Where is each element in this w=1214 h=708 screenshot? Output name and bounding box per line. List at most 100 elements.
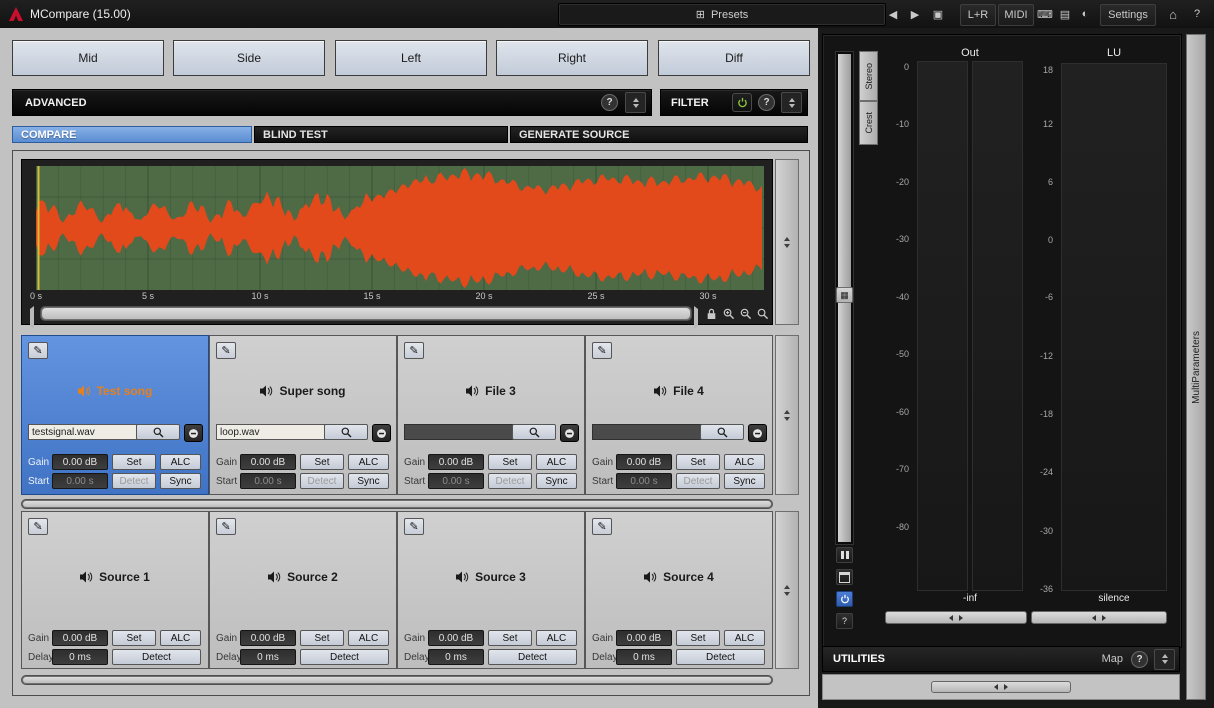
set-button[interactable]: Set bbox=[112, 454, 156, 470]
meter-help-icon[interactable]: ? bbox=[836, 613, 853, 629]
theme-icon[interactable]: ◐ bbox=[1076, 4, 1094, 24]
gain-value[interactable]: 0.00 dB bbox=[428, 454, 484, 470]
file-slot-2[interactable]: ✎ Super song loop.wav Gain 0.00 dB Set A… bbox=[209, 335, 397, 495]
file-slots-scrollbar[interactable] bbox=[21, 499, 773, 509]
source-slots-scrollbar[interactable] bbox=[21, 675, 773, 685]
presets-button[interactable]: ⊞ Presets bbox=[558, 3, 886, 26]
keyboard-icon[interactable]: ⌨ bbox=[1036, 4, 1054, 24]
sync-button[interactable]: Sync bbox=[724, 473, 765, 489]
channel-diff-button[interactable]: Diff bbox=[658, 40, 810, 76]
delay-value[interactable]: 0 ms bbox=[52, 649, 108, 665]
channel-right-button[interactable]: Right bbox=[496, 40, 648, 76]
pause-icon[interactable] bbox=[836, 547, 853, 563]
set-button[interactable]: Set bbox=[300, 630, 344, 646]
zoom-out-icon[interactable] bbox=[740, 307, 752, 325]
file-slot-1[interactable]: ✎ Test song testsignal.wav Gain 0.00 dB … bbox=[21, 335, 209, 495]
tab-blind-test[interactable]: BLIND TEST bbox=[254, 126, 508, 143]
alc-button[interactable]: ALC bbox=[160, 454, 201, 470]
edit-icon[interactable]: ✎ bbox=[28, 342, 48, 359]
scroll-left-icon[interactable] bbox=[30, 309, 34, 327]
edit-icon[interactable]: ✎ bbox=[216, 342, 236, 359]
file-name-field[interactable]: testsignal.wav bbox=[28, 424, 138, 440]
waveform-zoom-strip[interactable] bbox=[775, 159, 799, 325]
edit-icon[interactable]: ✎ bbox=[592, 342, 612, 359]
zoom-fit-icon[interactable] bbox=[757, 307, 769, 325]
meter-mode-icon[interactable]: ▦ bbox=[836, 287, 853, 303]
eject-button[interactable] bbox=[748, 424, 767, 442]
lr-channel-button[interactable]: L+R bbox=[960, 4, 996, 26]
start-value[interactable]: 0.00 s bbox=[616, 473, 672, 489]
tab-stereo[interactable]: Stereo bbox=[859, 51, 878, 101]
eject-button[interactable] bbox=[560, 424, 579, 442]
set-button[interactable]: Set bbox=[488, 630, 532, 646]
file-slot-3[interactable]: ✎ File 3 Gain 0.00 dB Set ALC Start 0.00… bbox=[397, 335, 585, 495]
detect-button[interactable]: Detect bbox=[488, 473, 532, 489]
detect-button[interactable]: Detect bbox=[676, 473, 720, 489]
map-button[interactable]: Map bbox=[1102, 653, 1123, 665]
popup-window-icon[interactable] bbox=[836, 569, 853, 585]
detect-button[interactable]: Detect bbox=[488, 649, 577, 665]
source-slot-2[interactable]: ✎ Source 2 Gain 0.00 dB Set ALC Delay 0 … bbox=[209, 511, 397, 669]
detect-button[interactable]: Detect bbox=[112, 473, 156, 489]
edit-icon[interactable]: ✎ bbox=[216, 518, 236, 535]
melda-logo-icon[interactable] bbox=[7, 5, 25, 28]
gain-value[interactable]: 0.00 dB bbox=[240, 454, 296, 470]
source-slots-scroll-strip[interactable] bbox=[775, 511, 799, 669]
lu-meter-range-slider[interactable] bbox=[1031, 611, 1167, 624]
delay-value[interactable]: 0 ms bbox=[616, 649, 672, 665]
channel-mid-button[interactable]: Mid bbox=[12, 40, 164, 76]
alc-button[interactable]: ALC bbox=[724, 630, 765, 646]
scroll-right-icon[interactable] bbox=[694, 309, 698, 327]
eject-button[interactable] bbox=[372, 424, 391, 442]
file-name-field[interactable] bbox=[404, 424, 514, 440]
filter-stepper[interactable] bbox=[781, 92, 802, 113]
settings-button[interactable]: Settings bbox=[1100, 4, 1156, 26]
advanced-stepper[interactable] bbox=[625, 92, 646, 113]
browse-button[interactable] bbox=[512, 424, 556, 440]
detect-button[interactable]: Detect bbox=[300, 649, 389, 665]
source-slot-3[interactable]: ✎ Source 3 Gain 0.00 dB Set ALC Delay 0 … bbox=[397, 511, 585, 669]
home-icon[interactable]: ⌂ bbox=[1164, 4, 1182, 24]
tab-crest[interactable]: Crest bbox=[859, 101, 878, 145]
browse-button[interactable] bbox=[324, 424, 368, 440]
edit-icon[interactable]: ✎ bbox=[404, 518, 424, 535]
alc-button[interactable]: ALC bbox=[724, 454, 765, 470]
set-button[interactable]: Set bbox=[676, 454, 720, 470]
alc-button[interactable]: ALC bbox=[536, 630, 577, 646]
gain-value[interactable]: 0.00 dB bbox=[52, 630, 108, 646]
sync-button[interactable]: Sync bbox=[348, 473, 389, 489]
set-button[interactable]: Set bbox=[300, 454, 344, 470]
gain-value[interactable]: 0.00 dB bbox=[428, 630, 484, 646]
detect-button[interactable]: Detect bbox=[112, 649, 201, 665]
file-name-field[interactable] bbox=[592, 424, 702, 440]
edit-icon[interactable]: ✎ bbox=[592, 518, 612, 535]
utilities-help-icon[interactable]: ? bbox=[1131, 651, 1148, 668]
start-value[interactable]: 0.00 s bbox=[240, 473, 296, 489]
meter-power-icon[interactable] bbox=[836, 591, 853, 607]
copy-icon[interactable]: ▤ bbox=[1056, 4, 1074, 24]
file-slots-scroll-strip[interactable] bbox=[775, 335, 799, 495]
file-name-field[interactable]: loop.wav bbox=[216, 424, 326, 440]
start-value[interactable]: 0.00 s bbox=[52, 473, 108, 489]
tab-compare[interactable]: COMPARE bbox=[12, 126, 252, 143]
gain-value[interactable]: 0.00 dB bbox=[240, 630, 296, 646]
filter-bar[interactable]: FILTER ? bbox=[660, 89, 808, 116]
waveform[interactable] bbox=[36, 166, 764, 290]
eject-button[interactable] bbox=[184, 424, 203, 442]
filter-power-icon[interactable] bbox=[732, 93, 752, 112]
waveform-scrollbar[interactable] bbox=[40, 306, 692, 321]
source-slot-4[interactable]: ✎ Source 4 Gain 0.00 dB Set ALC Delay 0 … bbox=[585, 511, 773, 669]
waveform-display[interactable]: 0 s 5 s 10 s 15 s 20 s 25 s 30 s bbox=[21, 159, 773, 325]
sync-button[interactable]: Sync bbox=[160, 473, 201, 489]
alc-button[interactable]: ALC bbox=[348, 630, 389, 646]
alc-button[interactable]: ALC bbox=[160, 630, 201, 646]
sync-button[interactable]: Sync bbox=[536, 473, 577, 489]
preset-next-button[interactable]: ▶ bbox=[906, 4, 924, 24]
gain-value[interactable]: 0.00 dB bbox=[52, 454, 108, 470]
source-slot-1[interactable]: ✎ Source 1 Gain 0.00 dB Set ALC Delay 0 … bbox=[21, 511, 209, 669]
delay-value[interactable]: 0 ms bbox=[240, 649, 296, 665]
detect-button[interactable]: Detect bbox=[676, 649, 765, 665]
alc-button[interactable]: ALC bbox=[536, 454, 577, 470]
zoom-in-icon[interactable] bbox=[723, 307, 735, 325]
start-value[interactable]: 0.00 s bbox=[428, 473, 484, 489]
